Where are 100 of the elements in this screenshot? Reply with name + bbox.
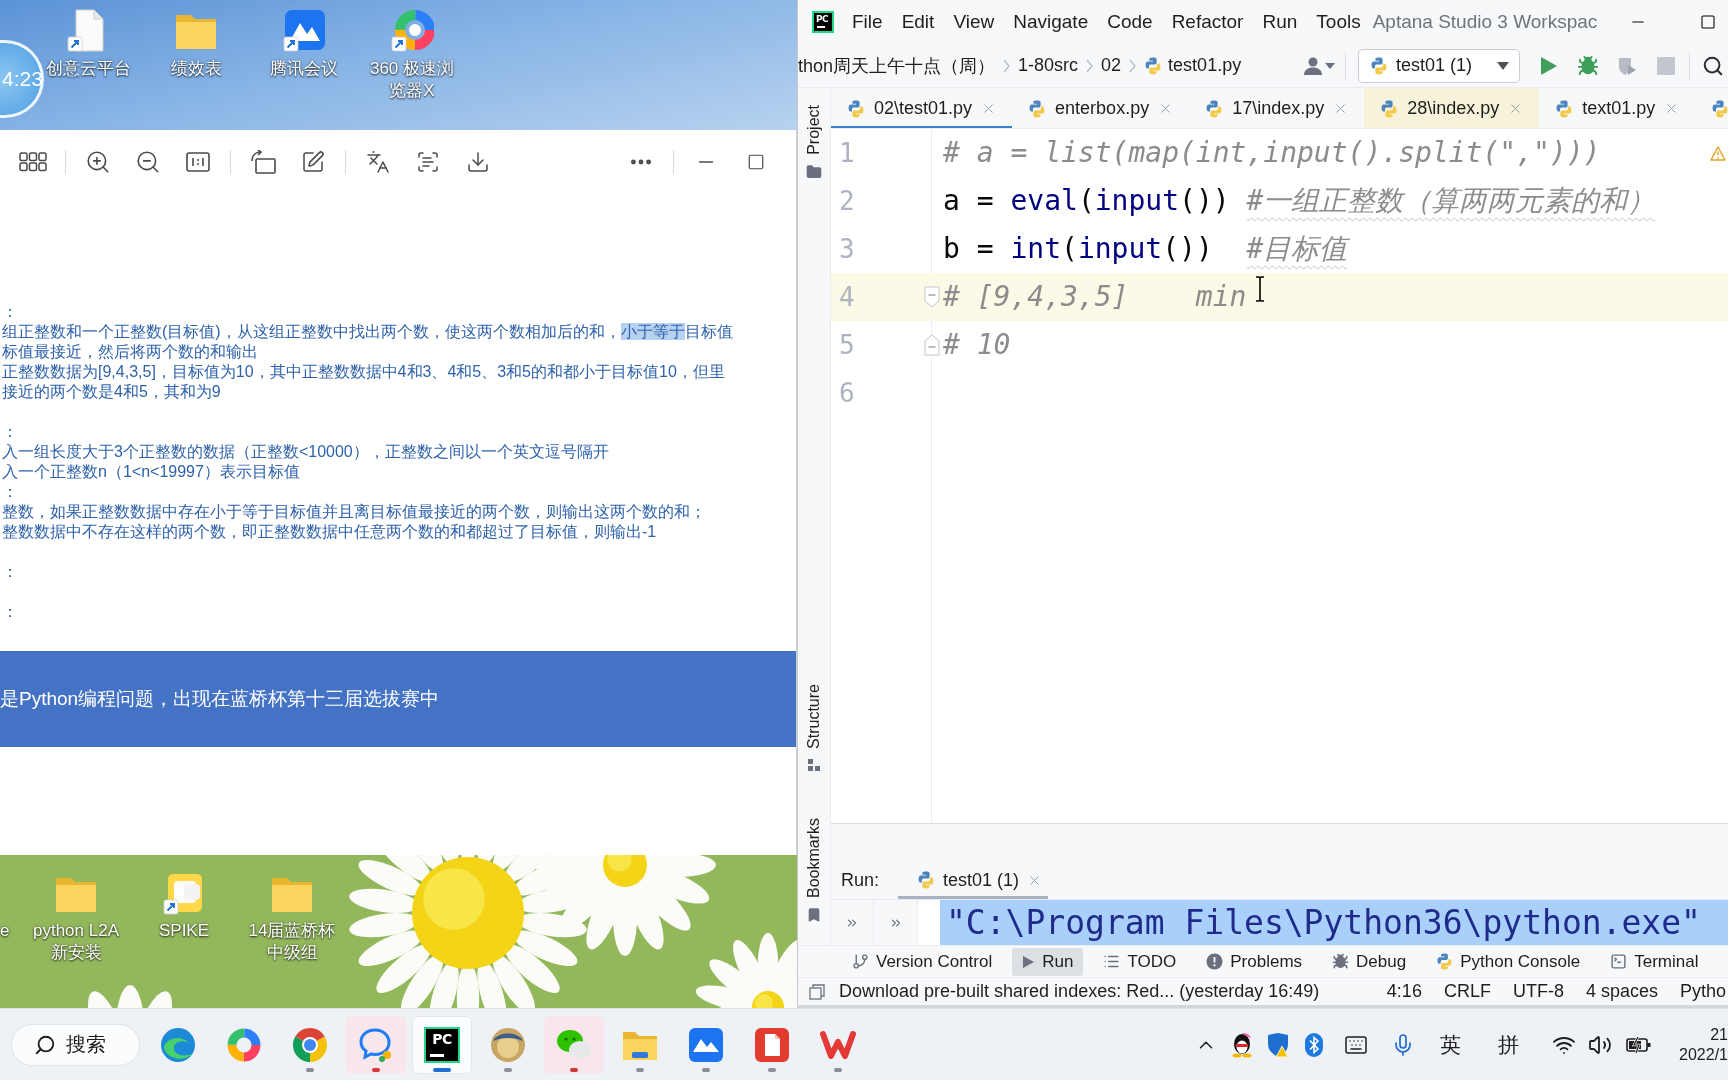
- status-item[interactable]: CRLF: [1443, 981, 1491, 1002]
- actual-size-icon[interactable]: [186, 151, 210, 172]
- tool-window-button[interactable]: Problems: [1196, 947, 1313, 976]
- tool-window-button[interactable]: Python Console: [1426, 947, 1591, 976]
- fold-marker-icon[interactable]: [924, 286, 940, 308]
- editor-tab[interactable]: 17\index.py: [1189, 88, 1365, 128]
- breadcrumb[interactable]: 02: [1101, 55, 1122, 76]
- caret-icon: [1325, 62, 1335, 69]
- edit-icon[interactable]: [301, 149, 325, 174]
- search-icon[interactable]: [1702, 54, 1724, 77]
- shield-warning-icon[interactable]: [1266, 1031, 1290, 1058]
- line-number: 5: [839, 332, 855, 358]
- editor-tab[interactable]: enterbox.py: [1012, 88, 1190, 128]
- input-mode-button[interactable]: 拼: [1497, 1030, 1519, 1059]
- bookmark-icon[interactable]: [806, 907, 822, 923]
- line-number: 3: [839, 236, 855, 262]
- breadcrumb[interactable]: 1-80src: [1018, 55, 1079, 76]
- tool-window-button[interactable]: Terminal: [1600, 947, 1709, 976]
- breadcrumb[interactable]: test01.py: [1144, 55, 1242, 76]
- python-file-icon: [1711, 99, 1728, 118]
- user-menu-button[interactable]: [1303, 56, 1335, 75]
- status-item[interactable]: 4 spaces: [1585, 981, 1658, 1002]
- bluetooth-icon[interactable]: [1304, 1031, 1324, 1058]
- warning-icon[interactable]: [1710, 145, 1726, 161]
- taskbar-app-button[interactable]: [346, 1015, 406, 1074]
- ring-logo-icon[interactable]: [390, 9, 434, 53]
- status-item[interactable]: 4:16: [1386, 981, 1422, 1002]
- maximize-icon[interactable]: [1700, 14, 1716, 30]
- round-avatar-icon[interactable]: [490, 1026, 526, 1063]
- tool-window-button[interactable]: Run: [1012, 947, 1084, 976]
- run-config-dropdown[interactable]: test01 (1): [1358, 48, 1520, 83]
- tool-window-button[interactable]: Debug: [1322, 947, 1417, 976]
- swirl-logo-icon[interactable]: [160, 1026, 196, 1063]
- run-tab[interactable]: test01 (1): [898, 861, 1049, 899]
- tool-window-tab[interactable]: Bookmarks: [805, 817, 823, 898]
- line-number: 2: [839, 188, 855, 214]
- scan-text-icon[interactable]: [416, 149, 440, 174]
- translate-icon[interactable]: [366, 149, 390, 174]
- menu-item[interactable]: Refactor: [1171, 11, 1244, 33]
- menu-item[interactable]: Code: [1107, 11, 1153, 33]
- clock-date[interactable]: 2022/1: [1679, 1045, 1728, 1064]
- python-icon: [1370, 56, 1388, 75]
- list-icon: [1103, 953, 1121, 970]
- mountain-tile-icon[interactable]: [688, 1026, 724, 1063]
- code-line: # 10: [943, 327, 1011, 363]
- shield-play-icon[interactable]: [1617, 55, 1637, 76]
- segmented-circle-icon[interactable]: [292, 1026, 328, 1063]
- grid-view-icon[interactable]: [19, 151, 47, 172]
- document-tile-icon[interactable]: [754, 1026, 790, 1063]
- taskbar-app-button[interactable]: PC: [412, 1015, 472, 1074]
- debug-icon[interactable]: [1577, 54, 1599, 77]
- battery-charging-icon[interactable]: [1626, 1035, 1652, 1054]
- tool-window-button[interactable]: Version Control: [842, 947, 1003, 976]
- editor-tab[interactable]: 28\index.py: [1364, 88, 1540, 128]
- folder-icon[interactable]: [806, 163, 822, 180]
- chat-bubble-icon[interactable]: [358, 1026, 394, 1063]
- document-text-line: ：: [1, 302, 19, 322]
- menu-item[interactable]: Navigate: [1013, 11, 1089, 33]
- menu-item[interactable]: File: [852, 11, 883, 33]
- tool-window-tab[interactable]: Structure: [805, 684, 823, 749]
- penguin-icon[interactable]: [1231, 1031, 1253, 1058]
- window-title: Aptana Studio 3 Workspac: [1372, 11, 1598, 33]
- document-text-line: 接近的两个数是4和5，其和为9: [1, 382, 222, 402]
- clock-time[interactable]: 21: [1710, 1025, 1728, 1044]
- maximize-icon[interactable]: [747, 152, 765, 171]
- code-line: # a = list(map(int,input().split(","))): [943, 135, 1601, 171]
- console-output: "C:\Program Files\Python36\python.exe": [940, 900, 1728, 946]
- document-text-line: 组正整数和一个正整数(目标值)，从这组正整数中找出两个数，使这两个数相加后的和，小于等于目标值: [1, 322, 734, 342]
- editor-tab[interactable]: 02\test01.py: [831, 88, 1013, 128]
- menu-item[interactable]: Edit: [901, 11, 935, 33]
- ring-logo-icon[interactable]: [226, 1026, 262, 1063]
- play-icon: [1022, 954, 1036, 969]
- tool-window-button[interactable]: TODO: [1093, 947, 1187, 976]
- document-text-line: ：: [1, 562, 19, 582]
- breadcrumb[interactable]: thon周天上午十点（周）: [798, 53, 996, 78]
- search-field[interactable]: 搜索: [11, 1023, 140, 1066]
- caret-icon: [1497, 61, 1509, 70]
- python-icon: [917, 871, 936, 889]
- editor-tab[interactable]: text01.py: [1539, 88, 1696, 128]
- ide-logo[interactable]: PC: [424, 1026, 460, 1063]
- menu-item[interactable]: View: [953, 11, 995, 33]
- rotate-icon[interactable]: [250, 149, 276, 174]
- structure-icon[interactable]: [807, 757, 821, 772]
- document-text-line: ：: [1, 482, 19, 502]
- menu-item[interactable]: Run: [1262, 11, 1298, 33]
- alert-circle-icon: [1206, 953, 1224, 970]
- fold-marker-icon[interactable]: [924, 334, 940, 356]
- mountain-tile-icon[interactable]: [282, 9, 326, 53]
- panels-icon[interactable]: [809, 983, 825, 1000]
- status-item[interactable]: UTF-8: [1512, 981, 1564, 1002]
- input-language-button[interactable]: 英: [1439, 1030, 1461, 1059]
- status-item[interactable]: Pytho: [1679, 981, 1726, 1002]
- python-file-icon: [1380, 99, 1399, 118]
- menu-item[interactable]: Tools: [1316, 11, 1361, 33]
- run-icon[interactable]: [1541, 56, 1557, 75]
- tool-window-tab[interactable]: Project: [805, 105, 823, 155]
- download-icon[interactable]: [466, 149, 490, 174]
- branch-icon: [852, 953, 869, 970]
- double-chevron-icon[interactable]: [845, 916, 859, 930]
- document-text-line: ：: [1, 422, 19, 442]
